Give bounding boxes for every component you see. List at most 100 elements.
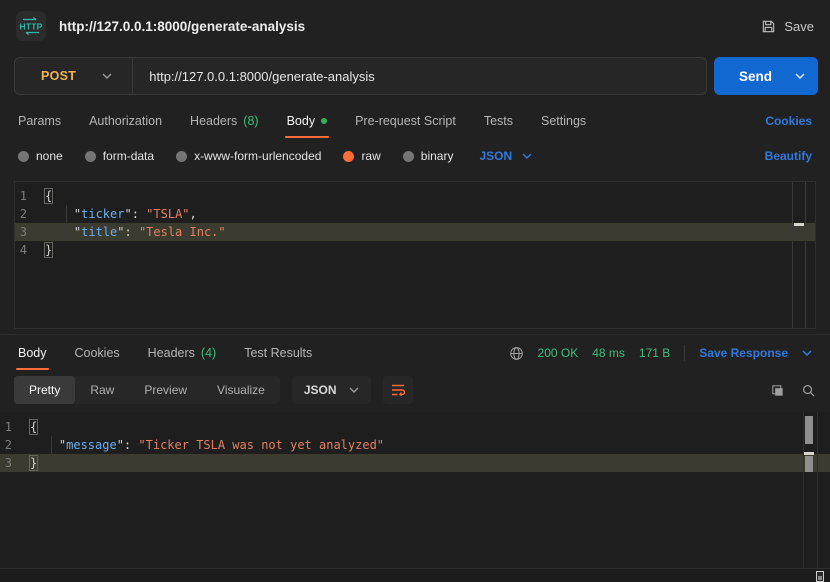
search-icon[interactable] bbox=[801, 383, 816, 398]
body-mode-x-www-form-urlencoded[interactable]: x-www-form-urlencoded bbox=[176, 149, 321, 163]
copy-icon[interactable] bbox=[770, 383, 785, 398]
code-line: 3} bbox=[0, 454, 830, 472]
tab-label: Headers bbox=[148, 346, 195, 360]
view-pretty[interactable]: Pretty bbox=[14, 376, 75, 404]
body-mode-binary[interactable]: binary bbox=[403, 149, 454, 163]
tab-cookies[interactable]: Cookies bbox=[75, 336, 120, 370]
response-scrollbar-thumb[interactable] bbox=[805, 416, 813, 444]
pane-divider bbox=[0, 334, 830, 335]
beautify-link[interactable]: Beautify bbox=[765, 149, 812, 163]
send-label: Send bbox=[739, 69, 772, 84]
body-language-chevron-icon bbox=[522, 153, 532, 159]
send-button[interactable]: Send bbox=[714, 57, 818, 95]
line-number: 4 bbox=[15, 241, 45, 259]
response-scrollbar-thumb[interactable] bbox=[805, 456, 813, 472]
response-time: 48 ms bbox=[592, 346, 625, 360]
tab-label: Body bbox=[287, 114, 316, 128]
code-token: ": bbox=[117, 438, 139, 452]
radio-icon[interactable] bbox=[18, 151, 29, 162]
request-body-editor[interactable]: 1{2 "ticker": "TSLA",3 "title": "Tesla I… bbox=[14, 181, 816, 329]
radio-icon[interactable] bbox=[403, 151, 414, 162]
send-options-chevron-icon[interactable] bbox=[795, 73, 805, 79]
line-number: 1 bbox=[15, 187, 45, 205]
save-button[interactable]: Save bbox=[761, 19, 814, 34]
mode-label: form-data bbox=[103, 149, 154, 163]
request-tabs-row: Params Authorization Headers (8) Body Pre-req… bbox=[0, 104, 830, 138]
tab-headers[interactable]: Headers (4) bbox=[148, 336, 217, 370]
body-language-label: JSON bbox=[479, 149, 512, 163]
code-line: 1{ bbox=[15, 187, 815, 205]
view-visualize[interactable]: Visualize bbox=[202, 376, 280, 404]
body-mode-raw[interactable]: raw bbox=[343, 149, 380, 163]
postman-window: HTTP http://127.0.0.1:8000/generate-anal… bbox=[0, 0, 830, 582]
tab-test-results[interactable]: Test Results bbox=[244, 336, 312, 370]
footer-strip bbox=[0, 568, 830, 582]
request-editor-scrollbar[interactable] bbox=[792, 182, 806, 328]
cookies-link[interactable]: Cookies bbox=[765, 114, 812, 128]
method-selector[interactable]: POST bbox=[15, 58, 133, 94]
code-token: } bbox=[30, 456, 37, 470]
view-preview[interactable]: Preview bbox=[129, 376, 202, 404]
radio-icon[interactable] bbox=[85, 151, 96, 162]
response-body-viewer[interactable]: 1{2 "message": "Ticker TSLA was not yet … bbox=[0, 412, 830, 568]
tab-label: Headers bbox=[190, 114, 237, 128]
response-actions bbox=[770, 383, 816, 398]
code-token: title bbox=[81, 225, 117, 239]
code-token: ticker bbox=[81, 207, 124, 221]
code-line: 2 "ticker": "TSLA", bbox=[15, 205, 815, 223]
url-row: POST http://127.0.0.1:8000/generate-anal… bbox=[14, 57, 818, 95]
mode-label: raw bbox=[361, 149, 380, 163]
code-token: " bbox=[30, 438, 66, 452]
url-input[interactable]: http://127.0.0.1:8000/generate-analysis bbox=[133, 69, 375, 84]
code-token: "Ticker TSLA was not yet analyzed" bbox=[138, 438, 384, 452]
response-status-group: 200 OK 48 ms 171 B Save Response bbox=[509, 336, 812, 370]
svg-text:HTTP: HTTP bbox=[20, 22, 43, 32]
code-token: " bbox=[45, 207, 81, 221]
line-number: 1 bbox=[0, 418, 30, 436]
resize-handle[interactable] bbox=[816, 571, 824, 582]
radio-icon[interactable] bbox=[176, 151, 187, 162]
line-number: 3 bbox=[0, 454, 30, 472]
code-line: 2 "message": "Ticker TSLA was not yet an… bbox=[0, 436, 830, 454]
save-icon bbox=[761, 19, 776, 34]
tab-label: Settings bbox=[541, 114, 586, 128]
tab-settings[interactable]: Settings bbox=[541, 104, 586, 138]
tab-headers[interactable]: Headers (8) bbox=[190, 104, 259, 138]
body-language-dropdown[interactable]: JSON bbox=[479, 149, 532, 163]
tab-body[interactable]: Body bbox=[18, 336, 47, 370]
tab-label: Cookies bbox=[75, 346, 120, 360]
response-tabs-row: Body Cookies Headers (4) Test Results 200 OK… bbox=[0, 336, 830, 370]
tab-authorization[interactable]: Authorization bbox=[89, 104, 162, 138]
tab-params[interactable]: Params bbox=[18, 104, 61, 138]
response-language-dropdown[interactable]: JSON bbox=[292, 376, 371, 404]
tab-pre-request-script[interactable]: Pre-request Script bbox=[355, 104, 456, 138]
tab-label: Test Results bbox=[244, 346, 312, 360]
url-bar: POST http://127.0.0.1:8000/generate-anal… bbox=[14, 57, 707, 95]
save-response-chevron-icon[interactable] bbox=[802, 350, 812, 356]
view-raw[interactable]: Raw bbox=[75, 376, 129, 404]
code-token: ": bbox=[124, 207, 146, 221]
mode-label: none bbox=[36, 149, 63, 163]
code-token: ": bbox=[117, 225, 139, 239]
tab-tests[interactable]: Tests bbox=[484, 104, 513, 138]
scrollbar-annotation bbox=[794, 223, 804, 226]
code-line: 3 "title": "Tesla Inc." bbox=[15, 223, 815, 241]
unsaved-dot bbox=[321, 118, 327, 124]
body-mode-row: none form-data x-www-form-urlencoded raw bin… bbox=[0, 140, 830, 172]
body-mode-form-data[interactable]: form-data bbox=[85, 149, 154, 163]
tab-count: (8) bbox=[243, 114, 258, 128]
response-language-label: JSON bbox=[304, 383, 337, 397]
save-response-button[interactable]: Save Response bbox=[699, 346, 788, 360]
tab-body[interactable]: Body bbox=[287, 104, 328, 138]
line-number: 3 bbox=[15, 223, 45, 241]
tab-count: (4) bbox=[201, 346, 216, 360]
body-mode-none[interactable]: none bbox=[18, 149, 63, 163]
wrap-lines-button[interactable] bbox=[383, 376, 413, 404]
radio-selected-icon[interactable] bbox=[343, 151, 354, 162]
tab-label: Pre-request Script bbox=[355, 114, 456, 128]
code-token: "Tesla Inc." bbox=[139, 225, 226, 239]
request-header-bar: HTTP http://127.0.0.1:8000/generate-anal… bbox=[0, 0, 830, 52]
response-scroll-track-border bbox=[803, 412, 804, 568]
method-label: POST bbox=[41, 69, 76, 83]
network-globe-icon[interactable] bbox=[509, 346, 524, 361]
